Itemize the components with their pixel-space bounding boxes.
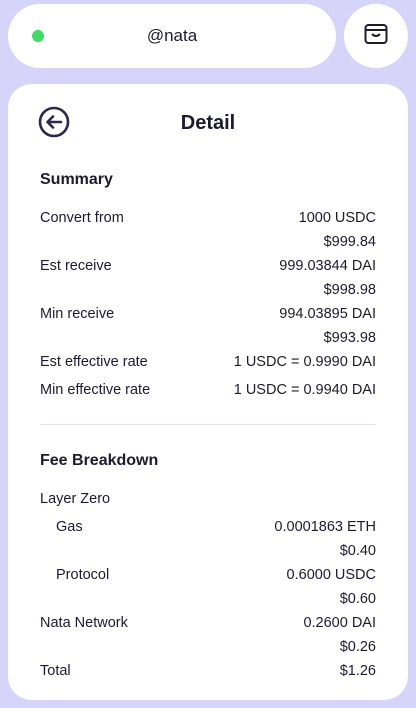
min-rate-value: 1 USDC = 0.9940 DAI bbox=[233, 382, 376, 398]
min-receive-usd: $993.98 bbox=[323, 330, 376, 346]
est-rate-label: Est effective rate bbox=[40, 354, 148, 370]
detail-card: Detail Summary Convert from 1000 USDC $9… bbox=[8, 84, 408, 700]
convert-from-label: Convert from bbox=[40, 210, 124, 226]
layer-zero-label: Layer Zero bbox=[40, 491, 111, 507]
nata-network-fee-label: Nata Network bbox=[40, 615, 128, 631]
protocol-fee-amount: 0.6000 USDC bbox=[286, 567, 376, 583]
total-fee-row: Total $1.26 bbox=[40, 659, 376, 683]
nata-network-fee-row: Nata Network 0.2600 DAI $0.26 bbox=[40, 611, 376, 659]
protocol-fee-label: Protocol bbox=[56, 567, 110, 583]
gas-fee-row: Gas 0.0001863 ETH $0.40 bbox=[40, 515, 376, 563]
convert-from-usd: $999.84 bbox=[323, 234, 376, 250]
est-receive-label: Est receive bbox=[40, 258, 112, 274]
online-status-dot bbox=[32, 30, 44, 42]
nata-network-fee-usd: $0.26 bbox=[339, 639, 376, 655]
gas-fee-amount: 0.0001863 ETH bbox=[274, 519, 376, 535]
min-receive-amount: 994.03895 DAI bbox=[279, 306, 376, 322]
nata-network-fee-amount: 0.2600 DAI bbox=[303, 615, 376, 631]
min-rate-row: Min effective rate 1 USDC = 0.9940 DAI bbox=[40, 378, 376, 402]
fee-breakdown-heading: Fee Breakdown bbox=[40, 452, 159, 469]
est-rate-row: Est effective rate 1 USDC = 0.9990 DAI bbox=[40, 350, 376, 374]
account-pill[interactable]: @nata bbox=[8, 4, 336, 68]
min-rate-label: Min effective rate bbox=[40, 382, 151, 398]
page-title: Detail bbox=[180, 112, 236, 134]
convert-from-amount: 1000 USDC bbox=[298, 210, 376, 226]
section-divider bbox=[40, 424, 376, 425]
total-fee-label: Total bbox=[40, 663, 71, 679]
account-name: @nata bbox=[146, 26, 198, 45]
wallet-button[interactable] bbox=[344, 4, 408, 68]
min-receive-label: Min receive bbox=[40, 306, 115, 322]
gas-fee-label: Gas bbox=[56, 519, 83, 535]
protocol-fee-usd: $0.60 bbox=[339, 591, 376, 607]
top-bar: @nata bbox=[8, 4, 408, 68]
gas-fee-usd: $0.40 bbox=[339, 543, 376, 559]
est-receive-usd: $998.98 bbox=[323, 282, 376, 298]
min-receive-row: Min receive 994.03895 DAI $993.98 bbox=[40, 302, 376, 350]
wallet-icon bbox=[363, 21, 389, 52]
est-receive-amount: 999.03844 DAI bbox=[279, 258, 376, 274]
est-receive-row: Est receive 999.03844 DAI $998.98 bbox=[40, 254, 376, 302]
convert-from-row: Convert from 1000 USDC $999.84 bbox=[40, 206, 376, 254]
protocol-fee-row: Protocol 0.6000 USDC $0.60 bbox=[40, 563, 376, 611]
summary-heading: Summary bbox=[40, 171, 113, 188]
layer-zero-row: Layer Zero bbox=[40, 487, 376, 511]
est-rate-value: 1 USDC = 0.9990 DAI bbox=[233, 354, 376, 370]
total-fee-value: $1.26 bbox=[339, 663, 376, 679]
